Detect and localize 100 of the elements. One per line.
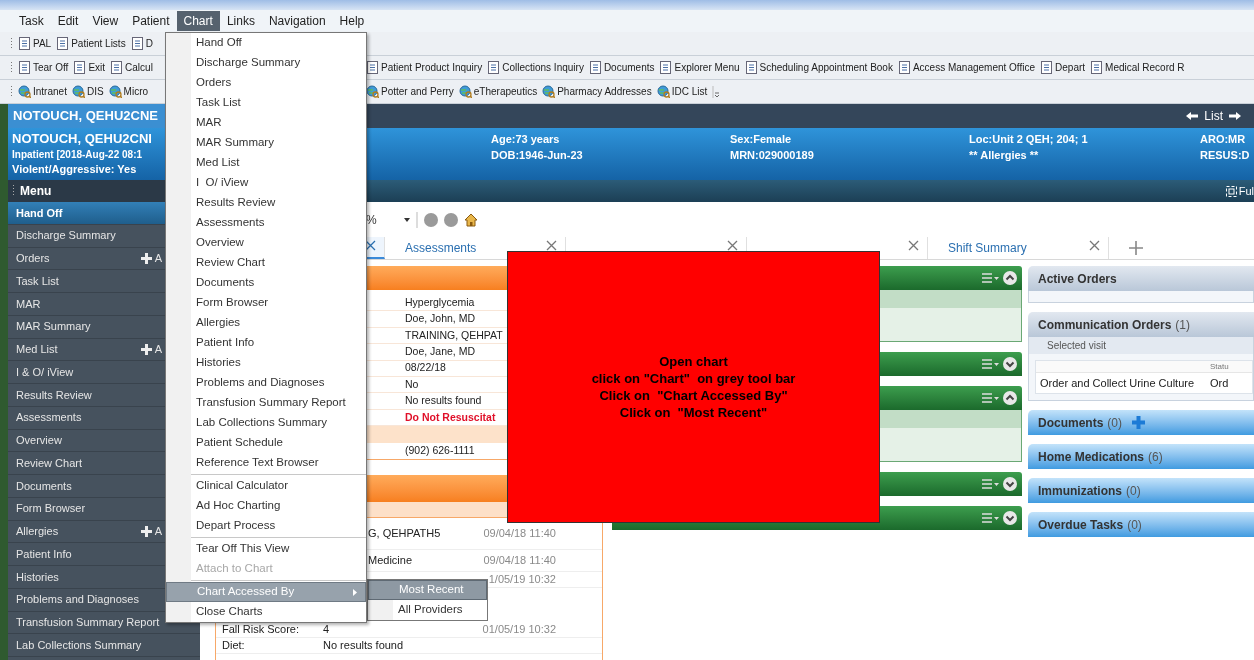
menu-title: Menu (20, 183, 52, 200)
sidebar-item-label: Review Chart (16, 455, 83, 471)
menu-item[interactable]: Orders (166, 73, 366, 93)
menu-bar-item[interactable]: Task (12, 11, 51, 31)
add-link[interactable]: A (140, 341, 162, 358)
menu-item[interactable]: Hand Off (166, 33, 366, 53)
section-header[interactable]: Documents (0) (1028, 410, 1254, 435)
document-icon (18, 61, 31, 74)
sidebar-item-label: Patient Info (16, 546, 72, 562)
toolbar-button[interactable]: Pharmacy Addresses (542, 81, 652, 102)
menu-bar-item[interactable]: Links (219, 11, 262, 31)
document-icon (1090, 61, 1104, 74)
toolbar-button[interactable]: D (130, 33, 153, 54)
field-value: Doe, John, MD (405, 311, 476, 327)
sidebar-item-label: Orders (16, 251, 50, 267)
full-screen-button[interactable]: Ful (1225, 180, 1254, 202)
menu-bar-item[interactable]: Help (332, 11, 372, 31)
field-value: Hyperglycemia (405, 294, 475, 310)
globe-search-icon (18, 85, 31, 98)
plus-icon[interactable] (1132, 416, 1145, 429)
document-icon (1040, 61, 1054, 74)
menu-item[interactable]: Task List (166, 93, 366, 113)
list-menu-icon (982, 479, 999, 489)
column-heading: Statu (1210, 360, 1229, 373)
left-arrow-icon (1185, 111, 1200, 121)
table-cell-text: Ord (1210, 375, 1229, 391)
section-title: Home Medications (1038, 448, 1145, 466)
section-header[interactable]: Home Medications (6) (1028, 444, 1254, 469)
field-label: Fall Risk Score: (222, 622, 301, 638)
overflow-icon (712, 84, 721, 99)
collapse-icon[interactable] (1003, 271, 1017, 285)
home-icon (464, 212, 478, 227)
banner-field: MRN:029000189 (730, 147, 814, 163)
toolbar-button[interactable]: PAL (18, 33, 52, 54)
section-header[interactable]: Immunizations (0) (1028, 478, 1254, 503)
sidebar-item-label: Form Browser (16, 501, 86, 517)
banner-field: Age:73 years (491, 131, 560, 147)
menu-item[interactable]: MAR Summary (166, 133, 366, 153)
field-value: TRAINING, QEHPAT (405, 327, 503, 343)
toolbar-button[interactable]: Exit (73, 57, 106, 78)
expand-icon[interactable] (1003, 511, 1017, 525)
list-link[interactable]: List (1204, 107, 1223, 125)
section-title: Documents (1038, 414, 1104, 432)
document-icon (487, 61, 501, 74)
plus-icon (140, 252, 152, 264)
instruction-line: Click on "Chart Accessed By" (599, 387, 788, 404)
toolbar-button[interactable]: DIS (71, 81, 104, 102)
toolbar-button[interactable]: Scheduling Appointment Book (744, 57, 893, 78)
toolbar-button[interactable]: Micro (108, 81, 149, 102)
toolbar-button[interactable]: Intranet (18, 81, 67, 102)
menu-bar-item[interactable]: Patient (125, 11, 177, 31)
sidebar-item-label: Assessments (16, 410, 82, 426)
field-value: (902) 626-1111 (405, 443, 475, 459)
toolbar-button[interactable]: Depart (1040, 57, 1086, 78)
section-header[interactable]: Overdue Tasks (0) (1028, 512, 1254, 537)
toolbar-button[interactable]: eTherapeutics (458, 81, 538, 102)
toolbar-button[interactable]: Collections Inquiry (487, 57, 584, 78)
full-screen-icon (1225, 185, 1237, 197)
list-menu-icon (982, 513, 999, 523)
plus-icon (140, 525, 152, 537)
sidebar-item-label: MAR (16, 296, 41, 312)
document-icon (366, 61, 379, 74)
section-title: Active Orders (1038, 270, 1117, 288)
menu-bar-item[interactable]: View (85, 11, 126, 31)
toolbar-button[interactable]: Access Management Office (897, 57, 1036, 78)
menu-item[interactable]: MAR (166, 113, 366, 133)
section-header[interactable]: Active Orders (1028, 266, 1254, 291)
toolbar-button[interactable]: Patient Lists (56, 33, 126, 54)
close-icon (1089, 240, 1100, 251)
menu-bar-item[interactable]: Chart (176, 11, 220, 31)
add-link[interactable]: A (140, 250, 162, 267)
menu-item[interactable]: Discharge Summary (166, 53, 366, 73)
menu-item[interactable]: Med List (166, 153, 366, 173)
section-title: Immunizations (1038, 482, 1122, 500)
toolbar-button[interactable]: Tear Off (18, 57, 69, 78)
field-label: Diet: (222, 638, 246, 654)
toolbar-button[interactable]: Medical Record R (1090, 57, 1185, 78)
expand-icon[interactable] (1003, 477, 1017, 491)
globe-search-icon (108, 85, 122, 98)
tab[interactable]: Shift Summary (928, 237, 1109, 259)
timestamp: 09/04/18 11:40 (483, 553, 556, 569)
banner-field: ** Allergies ** (969, 147, 1039, 163)
menu-item[interactable]: I O/ iView (166, 173, 366, 193)
collapse-icon[interactable] (1003, 391, 1017, 405)
add-link[interactable]: A (140, 523, 162, 540)
alert-text: Violent/Aggressive: Yes (12, 162, 137, 177)
sidebar-item-label: Results Review (16, 387, 92, 403)
toolbar-button[interactable]: Documents (588, 57, 655, 78)
menu-bar-item[interactable]: Edit (50, 11, 86, 31)
close-icon (908, 240, 919, 251)
toolbar-button[interactable]: IDC List (656, 81, 708, 102)
toolbar-button[interactable]: Calcul (110, 57, 153, 78)
expand-icon[interactable] (1003, 357, 1017, 371)
toolbar-button[interactable]: Patient Product Inquiry (366, 57, 483, 78)
list-menu-icon (982, 359, 999, 369)
globe-search-icon (656, 85, 670, 98)
toolbar-button[interactable]: Explorer Menu (659, 57, 740, 78)
timestamp: 09/04/18 11:40 (483, 526, 556, 542)
menu-bar-item[interactable]: Navigation (261, 11, 333, 31)
section-header[interactable]: Communication Orders (1) (1028, 312, 1254, 337)
